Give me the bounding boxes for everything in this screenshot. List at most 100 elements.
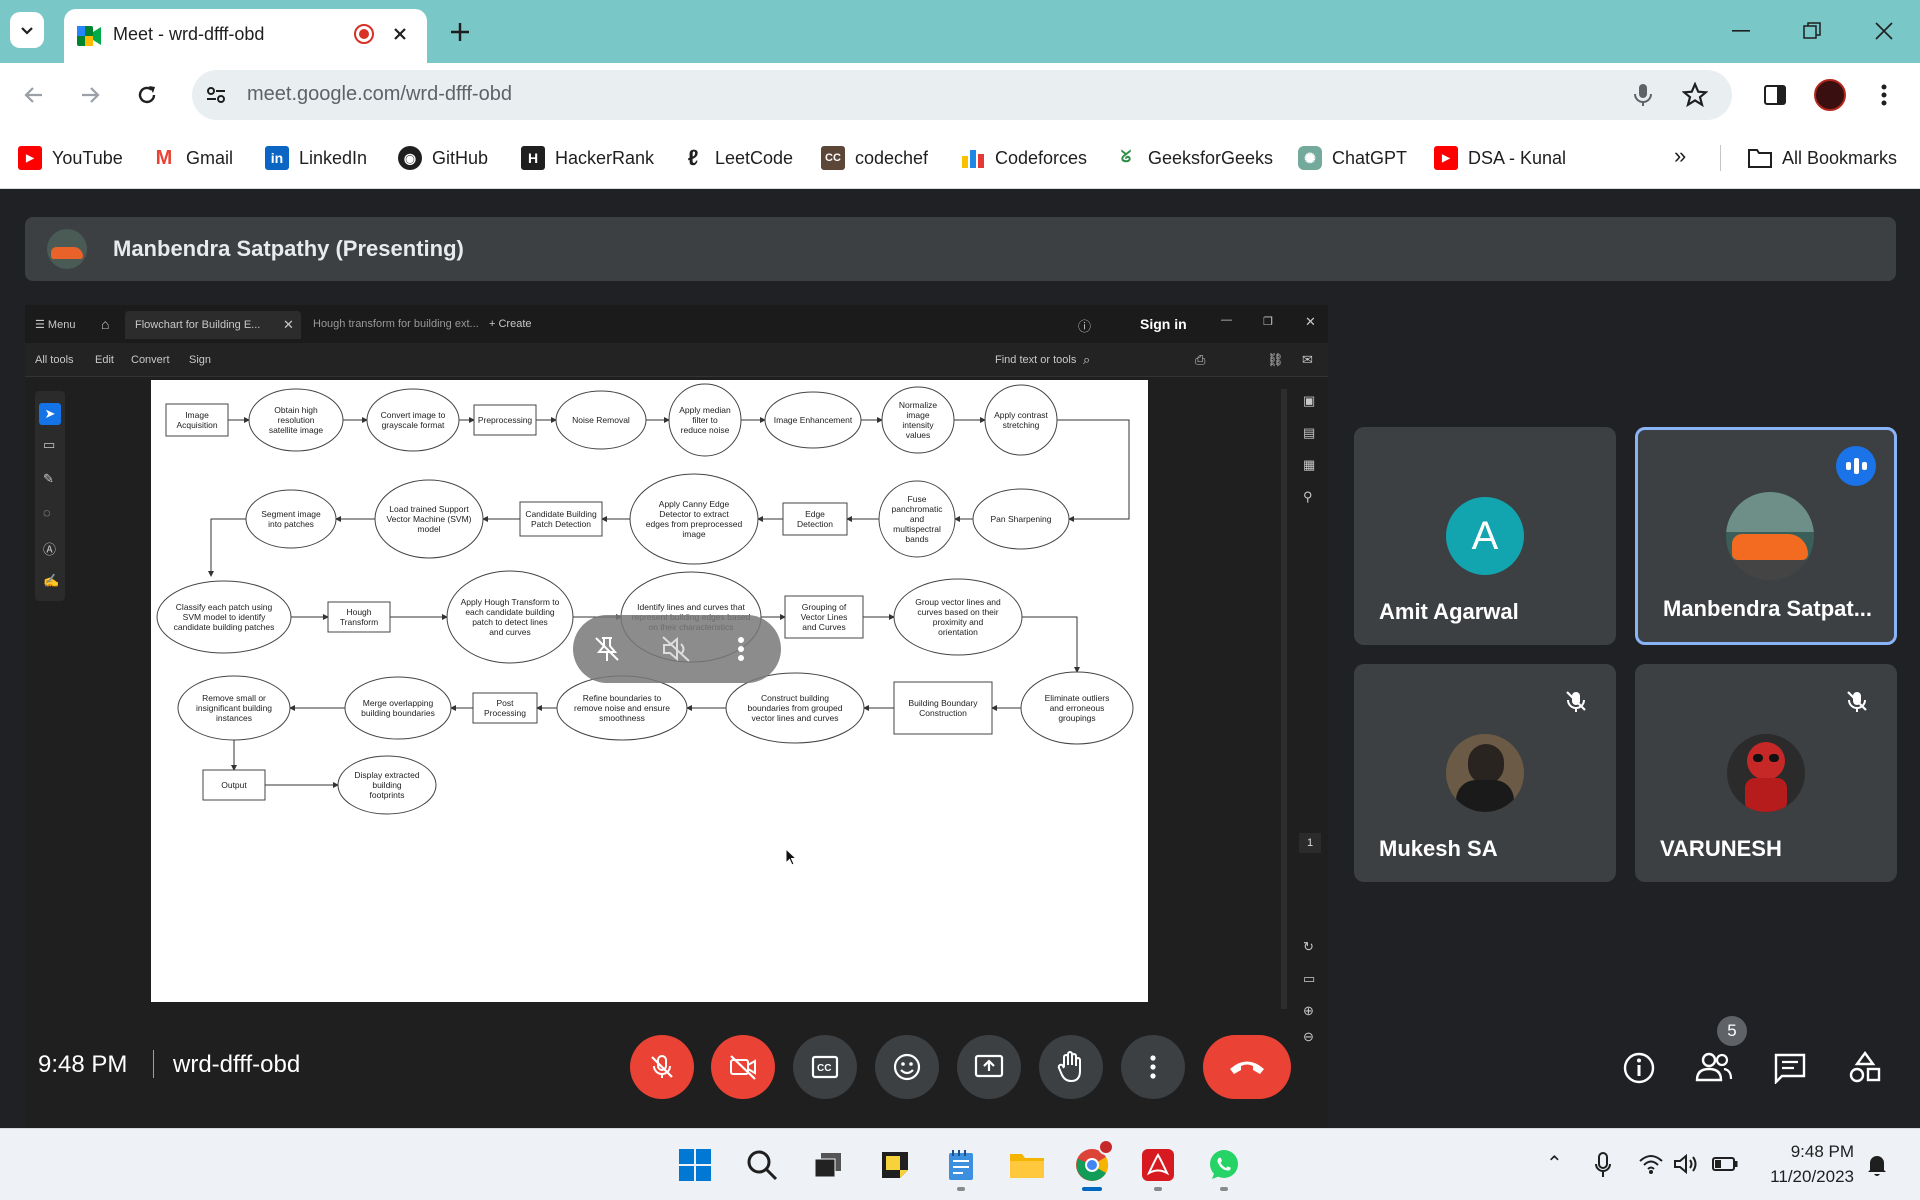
more-options-icon[interactable]	[737, 635, 745, 663]
chat-icon[interactable]	[1773, 1052, 1807, 1084]
bookmark-github[interactable]: ◉ GitHub	[398, 143, 488, 173]
raise-hand-button[interactable]	[1039, 1035, 1103, 1099]
acrobat-tab-2[interactable]: Hough transform for building ext...	[313, 318, 479, 330]
menu-button[interactable]: ☰ Menu	[35, 318, 75, 331]
participant-tile-amit[interactable]: A Amit Agarwal	[1354, 427, 1616, 645]
help-icon[interactable]: ⓘ	[1078, 316, 1091, 335]
reload-icon[interactable]	[135, 83, 159, 107]
profile-avatar[interactable]	[1814, 79, 1846, 111]
more-bookmarks-icon[interactable]: »	[1674, 143, 1686, 169]
bookmark-star-icon[interactable]	[1682, 82, 1708, 108]
tab-meet[interactable]: Meet - wrd-dfff-obd	[64, 9, 427, 63]
present-button[interactable]	[957, 1035, 1021, 1099]
file-explorer-app[interactable]	[1005, 1143, 1049, 1187]
unpin-icon[interactable]	[593, 635, 621, 663]
print-icon[interactable]: ⎙	[1195, 352, 1205, 368]
reactions-button[interactable]	[875, 1035, 939, 1099]
bookmark-dsa-kunal[interactable]: ▶ DSA - Kunal	[1434, 143, 1566, 173]
lasso-tool-icon[interactable]: ◌	[43, 505, 51, 520]
tool-edit[interactable]: Edit	[95, 354, 114, 366]
acrobat-app[interactable]	[1136, 1143, 1180, 1191]
bookmark-hackerrank[interactable]: H HackerRank	[521, 143, 654, 173]
notification-bell-icon[interactable]	[1866, 1153, 1888, 1177]
sign-in-button[interactable]: Sign in	[1140, 316, 1187, 332]
bookmark-codeforces[interactable]: Codeforces	[961, 143, 1087, 173]
acrobat-minimize-icon[interactable]: —	[1221, 314, 1232, 326]
mic-toggle-button[interactable]	[630, 1035, 694, 1099]
address-bar[interactable]: meet.google.com/wrd-dfff-obd	[192, 70, 1732, 120]
bookmark-gmail[interactable]: M Gmail	[152, 143, 233, 173]
home-icon[interactable]: ⌂	[101, 316, 109, 332]
camera-toggle-button[interactable]	[711, 1035, 775, 1099]
tool-all-tools[interactable]: All tools	[35, 354, 74, 366]
comment-tool-icon[interactable]: ▭	[43, 437, 55, 453]
taskbar-time[interactable]: 9:48 PM	[1790, 1142, 1854, 1162]
tool-convert[interactable]: Convert	[131, 354, 170, 366]
captions-button[interactable]: CC	[793, 1035, 857, 1099]
acrobat-tab-1[interactable]: Flowchart for Building E... ✕	[125, 311, 301, 339]
participant-tile-manbendra[interactable]: Manbendra Satpat...	[1635, 427, 1897, 645]
volume-icon[interactable]	[1673, 1153, 1699, 1175]
chrome-app[interactable]	[1070, 1139, 1114, 1191]
save-icon[interactable]: ▭	[1303, 971, 1315, 987]
mute-audio-icon[interactable]	[661, 635, 691, 663]
bookmark-codechef[interactable]: CC codechef	[821, 143, 928, 173]
sign-tool-icon[interactable]: ✍	[43, 573, 59, 589]
leave-call-button[interactable]	[1203, 1035, 1291, 1099]
more-menu-icon[interactable]	[1880, 83, 1888, 107]
task-view-button[interactable]	[806, 1143, 850, 1187]
taskbar-date[interactable]: 11/20/2023	[1760, 1167, 1854, 1187]
activities-icon[interactable]	[1848, 1050, 1882, 1084]
notepad-app[interactable]	[939, 1143, 983, 1191]
sticky-notes-app[interactable]	[873, 1143, 917, 1187]
create-button[interactable]: + Create	[489, 318, 532, 330]
bookmark-leetcode[interactable]: ℓ LeetCode	[681, 143, 793, 173]
zoom-in-icon[interactable]: ⊕	[1303, 1003, 1314, 1019]
participant-tile-mukesh[interactable]: Mukesh SA	[1354, 664, 1616, 882]
new-tab-icon[interactable]	[448, 20, 472, 44]
people-icon[interactable]	[1695, 1051, 1733, 1083]
share-link-icon[interactable]: ⛓	[1267, 352, 1284, 368]
text-tool-icon[interactable]: Ⓐ	[43, 539, 56, 558]
doc-scrollbar[interactable]	[1281, 389, 1287, 1009]
page-number-box[interactable]: 1	[1299, 833, 1321, 853]
microphone-icon[interactable]	[1632, 83, 1654, 107]
show-hidden-icons-icon[interactable]: ⌃	[1546, 1151, 1563, 1176]
participant-tile-varunesh[interactable]: VARUNESH	[1635, 664, 1897, 882]
bookmark-geeksforgeeks[interactable]: ᘜ GeeksforGeeks	[1114, 143, 1273, 173]
microphone-in-use-icon[interactable]	[1594, 1152, 1612, 1178]
whatsapp-app[interactable]	[1202, 1143, 1246, 1191]
close-tab-icon[interactable]	[393, 27, 407, 41]
search-icon[interactable]: ⌕	[1083, 352, 1090, 368]
search-button[interactable]	[740, 1143, 784, 1187]
attachment-icon[interactable]: ⚲	[1303, 489, 1313, 505]
wifi-icon[interactable]	[1638, 1153, 1664, 1175]
site-info-icon[interactable]	[204, 83, 228, 107]
comments-icon[interactable]: ▣	[1303, 393, 1315, 409]
minimize-icon[interactable]	[1732, 30, 1750, 32]
all-bookmarks-button[interactable]: All Bookmarks	[1748, 143, 1897, 173]
thumbnails-icon[interactable]: ▦	[1303, 457, 1315, 473]
back-icon[interactable]	[22, 83, 46, 107]
bookmark-linkedin[interactable]: in LinkedIn	[265, 143, 367, 173]
tab-search-button[interactable]	[10, 12, 44, 48]
acrobat-restore-icon[interactable]: ❐	[1263, 315, 1273, 328]
bookmarks-panel-icon[interactable]: ▤	[1303, 425, 1315, 441]
bookmark-youtube[interactable]: ▶ YouTube	[18, 143, 123, 173]
more-options-button[interactable]	[1121, 1035, 1185, 1099]
start-button[interactable]	[673, 1143, 717, 1187]
zoom-out-icon[interactable]: ⊖	[1303, 1029, 1314, 1045]
side-panel-icon[interactable]	[1763, 83, 1787, 107]
battery-icon[interactable]	[1712, 1157, 1738, 1171]
select-tool-icon[interactable]: ➤	[39, 403, 61, 425]
find-text-tools[interactable]: Find text or tools	[995, 354, 1076, 366]
email-icon[interactable]: ✉	[1302, 352, 1313, 368]
close-tab-icon[interactable]: ✕	[283, 317, 294, 333]
tool-sign[interactable]: Sign	[189, 354, 211, 366]
draw-tool-icon[interactable]: ✎	[43, 471, 54, 487]
restore-icon[interactable]	[1803, 22, 1821, 40]
forward-icon[interactable]	[78, 83, 102, 107]
close-window-icon[interactable]	[1875, 22, 1893, 40]
bookmark-chatgpt[interactable]: ✺ ChatGPT	[1298, 143, 1407, 173]
meeting-details-icon[interactable]	[1622, 1051, 1656, 1085]
